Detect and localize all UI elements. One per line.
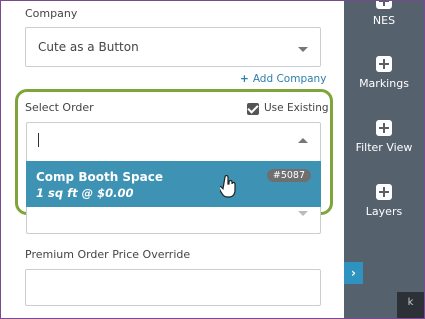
collapse-sidebar-button[interactable]: ›: [344, 262, 363, 284]
sidebar-item-label: Filter View: [355, 141, 413, 154]
company-select-value: Cute as a Button: [38, 40, 139, 54]
company-label: Company: [25, 7, 78, 20]
use-existing-label[interactable]: Use Existing: [264, 102, 329, 114]
sidebar-item-layers[interactable]: Layers: [344, 184, 424, 218]
order-form-panel: Company Cute as a Button + Add Company Se…: [1, 1, 344, 318]
company-select[interactable]: Cute as a Button: [25, 27, 321, 67]
plus-icon: +: [240, 73, 249, 85]
premium-price-label: Premium Order Price Override: [25, 248, 191, 261]
plus-square-icon: [376, 184, 392, 200]
text-cursor: [38, 133, 39, 147]
sidebar-item-label: Layers: [365, 205, 403, 218]
plus-square-icon: [376, 1, 392, 9]
sidebar-item-nes[interactable]: NES: [344, 1, 424, 27]
use-existing-checkbox[interactable]: [247, 103, 259, 115]
sidebar-item-markings[interactable]: Markings: [344, 56, 424, 90]
sidebar-item-label: Markings: [359, 77, 409, 90]
hand-pointer-icon: [220, 175, 236, 198]
select-order-label: Select Order: [25, 101, 94, 114]
order-search-input[interactable]: [26, 122, 321, 162]
add-company-link[interactable]: + Add Company: [240, 73, 326, 85]
order-option-name: Comp Booth Space: [36, 170, 163, 184]
chevron-up-icon: [298, 138, 308, 143]
order-option-comp-booth-space[interactable]: Comp Booth Space 1 sq ft @ $0.00 #5087: [26, 161, 321, 207]
sidebar-item-label: NES: [372, 14, 396, 27]
plus-square-icon: [376, 120, 392, 136]
corner-toggle[interactable]: k: [397, 292, 424, 318]
chevron-down-icon: [298, 211, 308, 216]
chevron-down-icon: [298, 47, 308, 52]
sidebar-item-filter-view[interactable]: Filter View: [344, 120, 424, 154]
order-id-badge: #5087: [266, 169, 311, 182]
plus-square-icon: [376, 56, 392, 72]
app-frame: Company Cute as a Button + Add Company Se…: [0, 0, 425, 319]
premium-price-input[interactable]: [25, 269, 321, 306]
order-option-detail: 1 sq ft @ $0.00: [36, 186, 134, 200]
add-company-label: Add Company: [252, 73, 327, 85]
